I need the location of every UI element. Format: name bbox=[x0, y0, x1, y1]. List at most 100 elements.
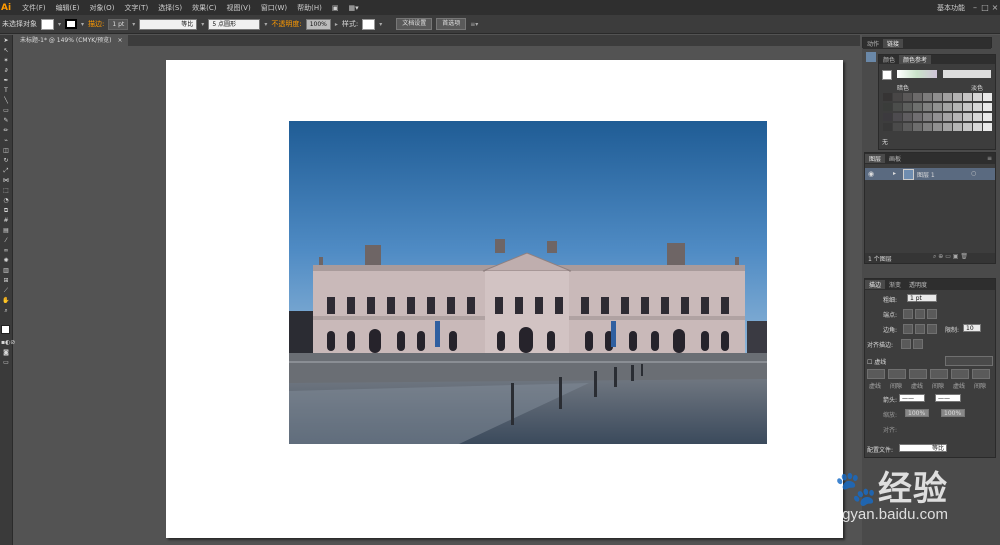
color-variation-swatch[interactable] bbox=[983, 103, 992, 111]
dash-gap-field[interactable] bbox=[930, 369, 948, 379]
actions-panel-icon[interactable] bbox=[866, 52, 876, 62]
harmony-rule-bar[interactable] bbox=[897, 70, 937, 78]
brush-definition[interactable]: 5 点圆形 bbox=[208, 18, 261, 30]
tab-layers[interactable]: 图层 bbox=[865, 154, 886, 163]
target-icon[interactable]: ○ bbox=[971, 170, 976, 177]
color-variation-swatch[interactable] bbox=[943, 93, 952, 101]
zoom-tool-icon[interactable]: ⌕ bbox=[1, 307, 11, 315]
menu-view[interactable]: 视图(V) bbox=[221, 3, 255, 13]
color-variation-swatch[interactable] bbox=[943, 113, 952, 121]
color-variation-swatch[interactable] bbox=[893, 113, 902, 121]
color-variation-swatch[interactable] bbox=[943, 103, 952, 111]
blend-tool-icon[interactable]: ∞ bbox=[1, 247, 11, 255]
color-variation-swatch[interactable] bbox=[983, 113, 992, 121]
color-variation-swatch[interactable] bbox=[953, 123, 962, 131]
panel-menu-icon[interactable]: ≡▾ bbox=[470, 21, 478, 28]
symbol-sprayer-tool-icon[interactable]: ✺ bbox=[1, 257, 11, 265]
align-center-icon[interactable] bbox=[901, 339, 911, 349]
workspace-switcher[interactable]: 基本功能 bbox=[932, 3, 970, 13]
mesh-tool-icon[interactable]: # bbox=[1, 217, 11, 225]
menu-type[interactable]: 文字(T) bbox=[119, 3, 153, 13]
chevron-down-icon[interactable]: ▾ bbox=[201, 21, 204, 28]
color-variation-swatch[interactable] bbox=[923, 113, 932, 121]
color-variation-grid[interactable] bbox=[883, 93, 993, 135]
color-variation-swatch[interactable] bbox=[893, 123, 902, 131]
dashed-line-checkbox[interactable]: ☐ 虚线 bbox=[867, 357, 886, 366]
eraser-tool-icon[interactable]: ◫ bbox=[1, 147, 11, 155]
close-tab-icon[interactable]: × bbox=[117, 37, 122, 44]
pencil-tool-icon[interactable]: ✏ bbox=[1, 127, 11, 135]
miter-join-icon[interactable] bbox=[903, 324, 913, 334]
color-variation-swatch[interactable] bbox=[913, 103, 922, 111]
tab-color[interactable]: 颜色 bbox=[879, 55, 899, 64]
menu-object[interactable]: 对象(O) bbox=[84, 3, 119, 13]
slice-tool-icon[interactable]: ⟋ bbox=[1, 287, 11, 295]
color-variation-swatch[interactable] bbox=[933, 103, 942, 111]
menu-edit[interactable]: 编辑(E) bbox=[51, 3, 85, 13]
dash-gap-field[interactable] bbox=[867, 369, 885, 379]
free-transform-tool-icon[interactable]: ⬚ bbox=[1, 187, 11, 195]
color-variation-swatch[interactable] bbox=[983, 93, 992, 101]
color-variation-swatch[interactable] bbox=[933, 93, 942, 101]
lasso-tool-icon[interactable]: ∂ bbox=[1, 67, 11, 75]
stroke-label[interactable]: 描边: bbox=[88, 19, 104, 29]
color-variation-swatch[interactable] bbox=[963, 93, 972, 101]
color-variation-swatch[interactable] bbox=[963, 103, 972, 111]
dash-gap-field[interactable] bbox=[951, 369, 969, 379]
width-tool-icon[interactable]: ⋈ bbox=[1, 177, 11, 185]
menu-effect[interactable]: 效果(C) bbox=[187, 3, 221, 13]
limit-field[interactable]: 10 bbox=[963, 324, 981, 332]
color-variation-swatch[interactable] bbox=[883, 103, 892, 111]
opacity-field[interactable]: 100% bbox=[305, 18, 331, 30]
tab-stroke[interactable]: 描边 bbox=[865, 280, 886, 289]
weight-field[interactable]: 1 pt bbox=[907, 294, 937, 302]
fill-stroke-swatches-icon[interactable] bbox=[1, 325, 11, 335]
chevron-right-icon[interactable]: ▸ bbox=[335, 21, 338, 28]
direct-selection-tool-icon[interactable]: ↖ bbox=[1, 47, 11, 55]
bevel-join-icon[interactable] bbox=[927, 324, 937, 334]
end-arrow-select[interactable]: —— bbox=[935, 394, 961, 402]
graphic-style-swatch[interactable] bbox=[362, 18, 376, 30]
fill-swatch[interactable] bbox=[41, 18, 54, 30]
gradient-tool-icon[interactable]: ▤ bbox=[1, 227, 11, 235]
color-variation-swatch[interactable] bbox=[973, 113, 982, 121]
color-variation-swatch[interactable] bbox=[973, 103, 982, 111]
screen-mode-icon[interactable]: ▭ bbox=[1, 359, 11, 367]
stroke-swatch[interactable] bbox=[65, 19, 78, 29]
color-variation-swatch[interactable] bbox=[883, 93, 892, 101]
variable-width-profile[interactable]: 等比 bbox=[139, 18, 198, 30]
bridge-icon[interactable]: ▣ bbox=[327, 4, 344, 12]
menu-help[interactable]: 帮助(H) bbox=[292, 3, 327, 13]
close-icon[interactable]: × bbox=[990, 3, 1000, 12]
tab-artboards[interactable]: 画板 bbox=[885, 154, 905, 163]
rectangle-tool-icon[interactable]: ▭ bbox=[1, 107, 11, 115]
dash-alignment-icons[interactable] bbox=[945, 356, 993, 366]
start-scale-field[interactable]: 100% bbox=[905, 409, 929, 417]
arrange-documents-icon[interactable]: ▦▾ bbox=[343, 4, 363, 12]
pen-tool-icon[interactable]: ✒ bbox=[1, 77, 11, 85]
shape-builder-tool-icon[interactable]: ◔ bbox=[1, 197, 11, 205]
document-tab[interactable]: 未标题-1* @ 149% (CMYK/预览) × bbox=[14, 35, 129, 46]
tab-links[interactable]: 链接 bbox=[883, 39, 904, 48]
color-variation-swatch[interactable] bbox=[893, 103, 902, 111]
color-variation-swatch[interactable] bbox=[973, 123, 982, 131]
layer-row[interactable]: ◉ ▸ 图层 1 ○ bbox=[865, 168, 995, 180]
start-arrow-select[interactable]: —— bbox=[899, 394, 925, 402]
tab-actions[interactable]: 动作 bbox=[863, 39, 883, 48]
color-variation-swatch[interactable] bbox=[903, 123, 912, 131]
line-tool-icon[interactable]: ╲ bbox=[1, 97, 11, 105]
color-variation-swatch[interactable] bbox=[953, 93, 962, 101]
align-inside-icon[interactable] bbox=[913, 339, 923, 349]
draw-mode-icon[interactable]: ◙ bbox=[1, 349, 11, 357]
paintbrush-tool-icon[interactable]: ✎ bbox=[1, 117, 11, 125]
eye-icon[interactable]: ◉ bbox=[868, 170, 874, 178]
menu-window[interactable]: 窗口(W) bbox=[256, 3, 292, 13]
maximize-icon[interactable]: □ bbox=[980, 3, 990, 12]
dash-gap-field[interactable] bbox=[909, 369, 927, 379]
base-color-swatch[interactable] bbox=[882, 70, 892, 80]
document-setup-button[interactable]: 文档设置 bbox=[396, 18, 433, 30]
menu-file[interactable]: 文件(F) bbox=[17, 3, 51, 13]
profile-select[interactable]: 等比 bbox=[899, 444, 947, 452]
selection-tool-icon[interactable]: ➤ bbox=[1, 37, 11, 45]
tab-transparency[interactable]: 透明度 bbox=[905, 280, 931, 289]
